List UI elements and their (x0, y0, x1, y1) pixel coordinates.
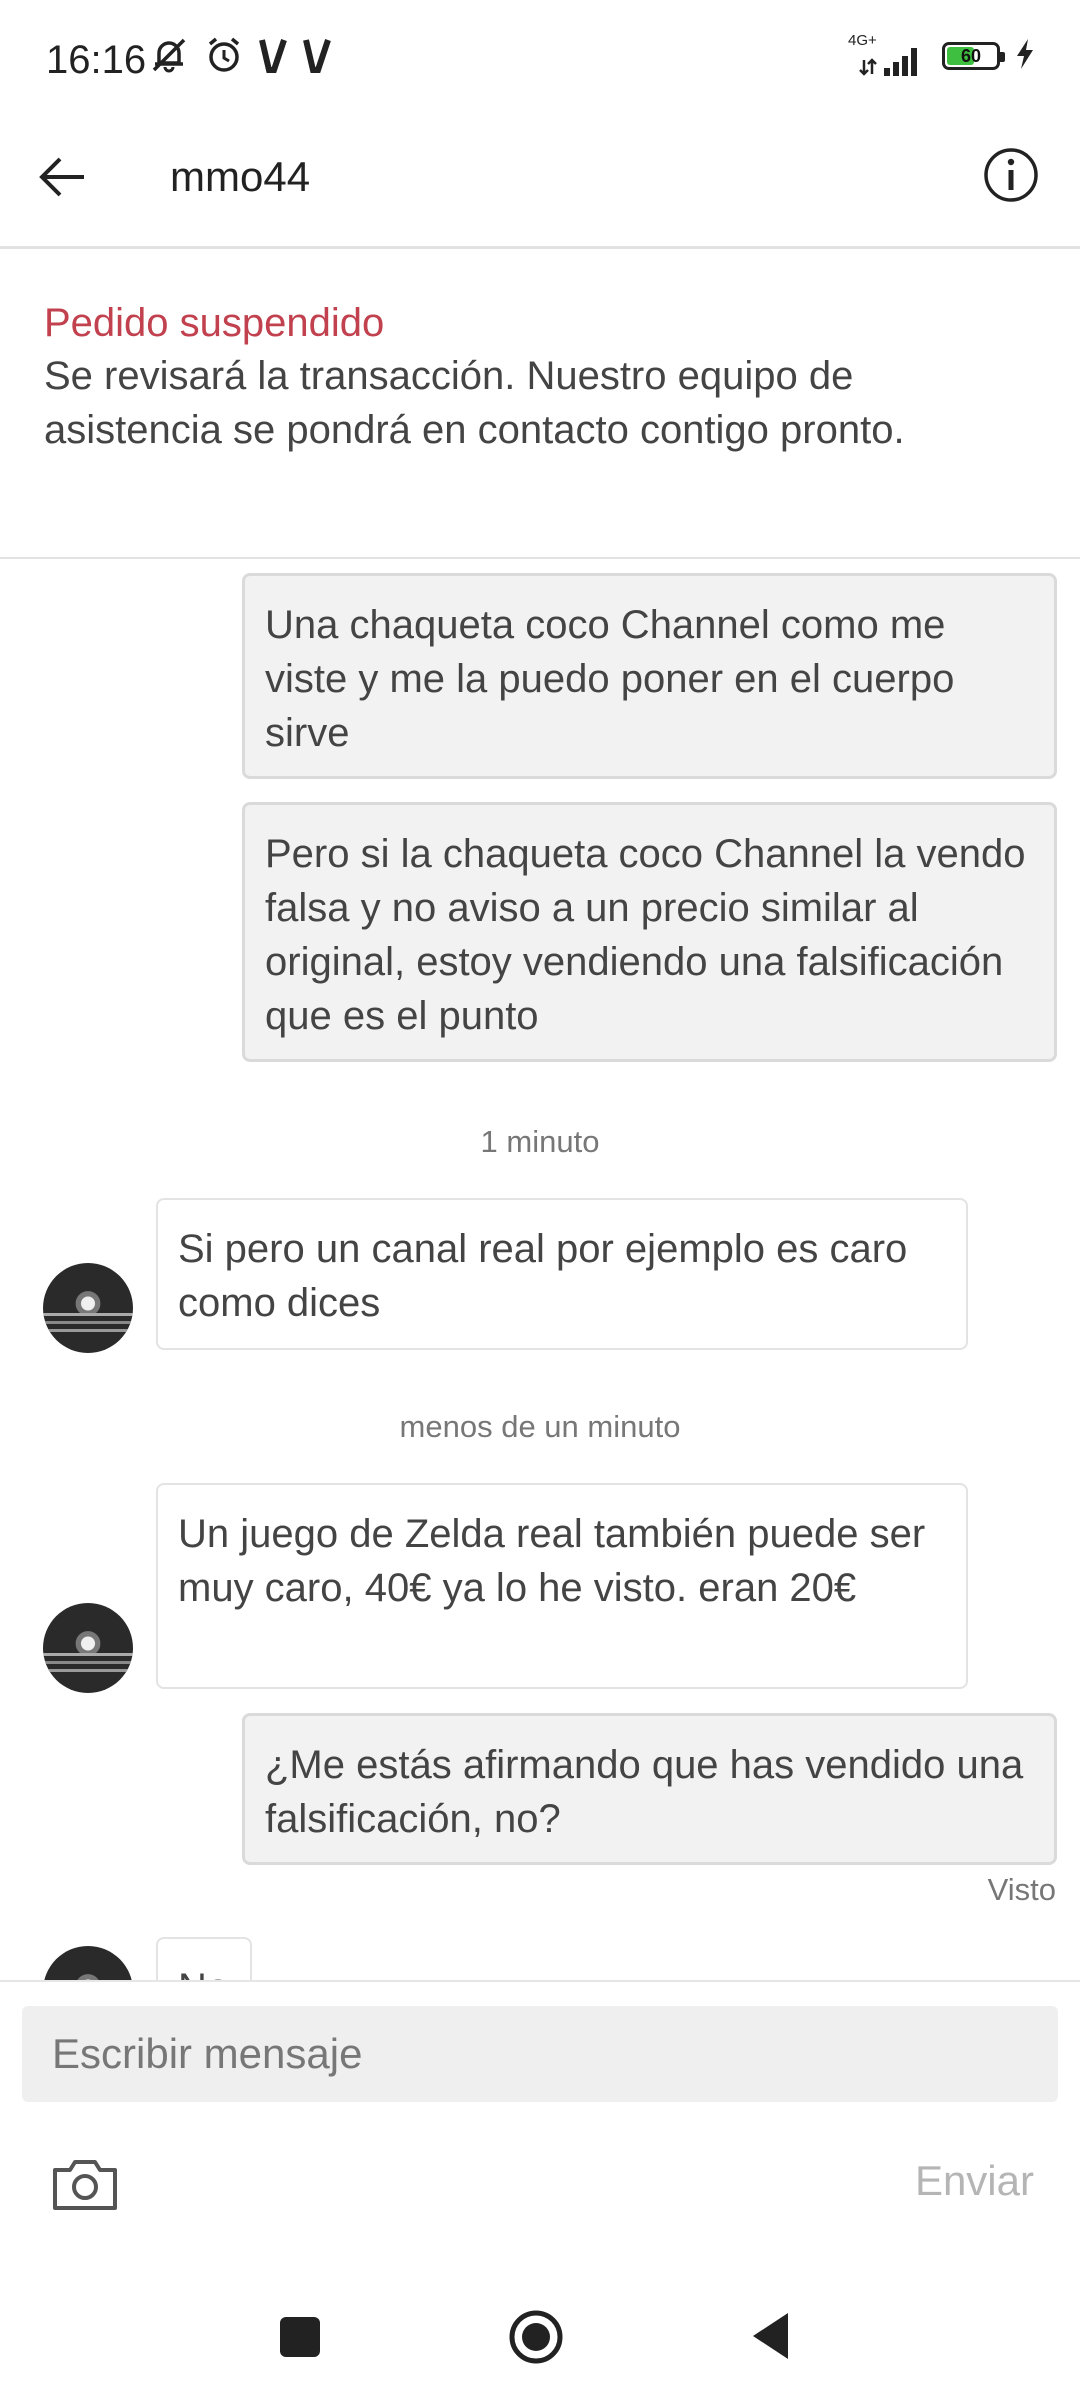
seen-indicator: Visto (987, 1872, 1056, 1907)
home-icon (509, 2310, 563, 2364)
message-list[interactable]: Una chaqueta coco Channel como me viste … (0, 561, 1080, 1980)
avatar[interactable] (43, 1946, 133, 1980)
composer-divider (0, 1980, 1080, 1982)
status-left-icons (148, 34, 332, 81)
status-bar: 16:16 4G+ 60 (0, 0, 1080, 120)
message-bubble-outgoing[interactable]: Pero si la chaqueta coco Channel la vend… (242, 802, 1057, 1062)
banner-text: Se revisará la transacción. Nuestro equi… (44, 354, 905, 452)
system-nav-bar (0, 2280, 1080, 2400)
nav-back-button[interactable] (750, 2311, 790, 2361)
timestamp-separator: menos de un minuto (399, 1409, 681, 1444)
message-bubble-incoming[interactable]: Un juego de Zelda real también puede ser… (156, 1483, 968, 1689)
charging-icon (1014, 37, 1036, 76)
send-button[interactable]: Enviar (909, 2156, 1040, 2206)
order-suspended-banner: Pedido suspendido Se revisará la transac… (0, 249, 1080, 559)
alarm-icon (204, 35, 244, 80)
back-button[interactable] (30, 144, 96, 210)
arrow-left-icon (39, 157, 84, 197)
info-icon (984, 148, 1038, 202)
info-button[interactable] (978, 142, 1044, 208)
chat-header: mmo44 (0, 120, 1080, 249)
muted-bell-icon (148, 34, 190, 81)
message-bubble-outgoing[interactable]: ¿Me estás afirmando que has vendido una … (242, 1713, 1057, 1865)
chat-title[interactable]: mmo44 (170, 144, 310, 210)
triangle-back-icon (753, 2313, 788, 2359)
battery-icon: 60 (942, 42, 1005, 70)
camera-icon (53, 2160, 117, 2210)
timestamp-separator: 1 minuto (480, 1124, 600, 1159)
status-time: 16:16 (46, 38, 147, 82)
avatar[interactable] (43, 1603, 133, 1693)
v-icon (258, 36, 288, 79)
recents-button[interactable] (280, 2317, 320, 2357)
message-bubble-incoming[interactable]: Si pero un canal real por ejemplo es car… (156, 1198, 968, 1350)
camera-button[interactable] (50, 2156, 120, 2214)
message-bubble-incoming[interactable]: No (156, 1937, 252, 1980)
banner-title: Pedido suspendido (44, 301, 385, 345)
status-right-icons: 4G+ 60 (848, 32, 1036, 76)
signal-icon: 4G+ (848, 32, 928, 76)
message-bubble-outgoing[interactable]: Una chaqueta coco Channel como me viste … (242, 573, 1057, 779)
battery-text: 60 (960, 46, 982, 66)
v-icon (302, 36, 332, 79)
home-button[interactable] (508, 2309, 564, 2365)
avatar[interactable] (43, 1263, 133, 1353)
message-input[interactable] (22, 2006, 1058, 2102)
